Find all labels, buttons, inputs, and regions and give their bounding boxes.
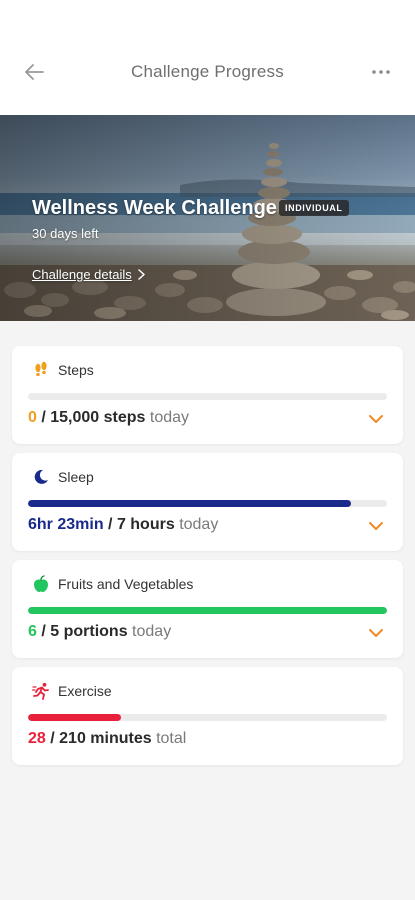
more-options-button[interactable] bbox=[367, 60, 395, 84]
goal-value: / 5 portions bbox=[41, 623, 128, 640]
running-icon bbox=[32, 682, 49, 700]
goal-value: / 15,000 steps bbox=[41, 409, 146, 426]
apple-icon bbox=[34, 575, 48, 592]
progress-bar bbox=[28, 607, 387, 614]
progress-bar bbox=[28, 393, 387, 400]
challenge-title: Wellness Week Challenge bbox=[32, 197, 277, 219]
chevron-right-icon bbox=[137, 269, 145, 280]
challenge-details-label: Challenge details bbox=[32, 267, 132, 282]
chevron-down-icon[interactable] bbox=[367, 626, 385, 640]
chevron-down-icon[interactable] bbox=[367, 519, 385, 533]
progress-fill bbox=[28, 500, 352, 507]
current-value: 0 bbox=[28, 409, 37, 426]
period-label: today bbox=[149, 409, 190, 426]
metric-stat: 6 / 5 portions today bbox=[28, 623, 171, 641]
metric-stat: 6hr 23min / 7 hours today bbox=[28, 516, 218, 534]
app-header: Challenge Progress bbox=[0, 0, 415, 115]
chevron-down-icon[interactable] bbox=[367, 412, 385, 426]
metric-label: Sleep bbox=[58, 469, 94, 485]
metric-label: Steps bbox=[58, 362, 94, 378]
current-value: 28 bbox=[28, 730, 46, 747]
current-value: 6hr 23min bbox=[28, 516, 104, 533]
metric-card-sleep[interactable]: Sleep 6hr 23min / 7 hours today bbox=[12, 453, 403, 551]
more-dots-icon bbox=[372, 70, 390, 74]
metric-label: Exercise bbox=[58, 683, 112, 699]
moon-icon bbox=[34, 469, 48, 484]
goal-value: / 7 hours bbox=[108, 516, 175, 533]
metric-card-steps[interactable]: Steps 0 / 15,000 steps today bbox=[12, 346, 403, 444]
progress-fill bbox=[28, 714, 122, 721]
metric-stat: 28 / 210 minutes total bbox=[28, 730, 186, 748]
challenge-details-link[interactable]: Challenge details bbox=[32, 267, 145, 282]
goal-value: / 210 minutes bbox=[50, 730, 152, 747]
page-title: Challenge Progress bbox=[131, 62, 284, 81]
progress-fill bbox=[28, 607, 387, 614]
progress-bar bbox=[28, 714, 387, 721]
footprints-icon bbox=[35, 361, 47, 377]
metric-stat: 0 / 15,000 steps today bbox=[28, 409, 189, 427]
challenge-hero-banner: Wellness Week Challenge INDIVIDUAL 30 da… bbox=[0, 115, 415, 321]
current-value: 6 bbox=[28, 623, 37, 640]
period-label: today bbox=[179, 516, 219, 533]
challenge-type-badge: INDIVIDUAL bbox=[279, 200, 349, 216]
metric-card-exercise[interactable]: Exercise 28 / 210 minutes total bbox=[12, 667, 403, 765]
progress-bar bbox=[28, 500, 387, 507]
metric-card-fruits-vegetables[interactable]: Fruits and Vegetables 6 / 5 portions tod… bbox=[12, 560, 403, 658]
days-left-text: 30 days left bbox=[32, 226, 99, 241]
period-label: total bbox=[156, 730, 187, 747]
metric-label: Fruits and Vegetables bbox=[58, 576, 194, 592]
period-label: today bbox=[132, 623, 172, 640]
